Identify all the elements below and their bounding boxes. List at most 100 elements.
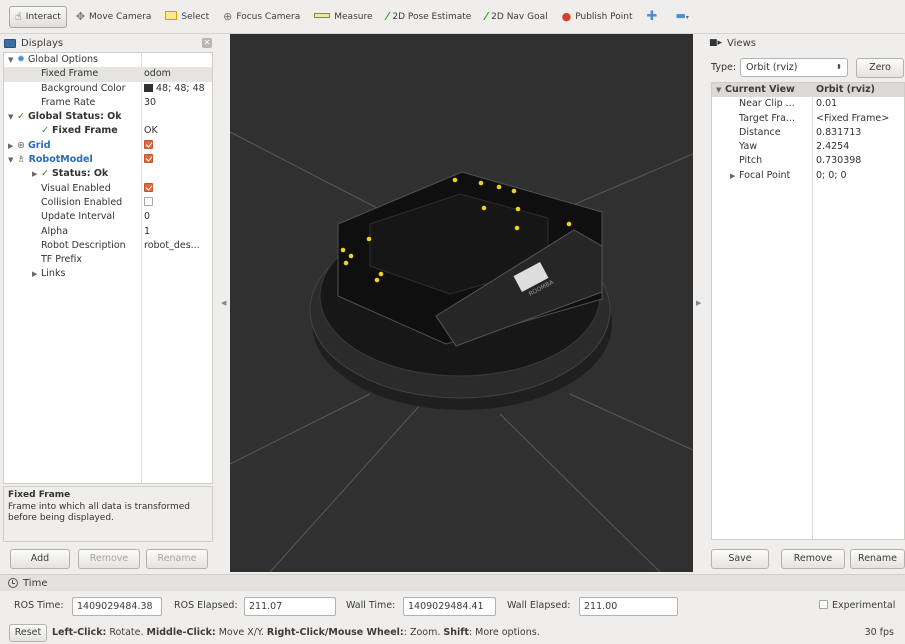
marker-dot	[496, 184, 502, 190]
alpha-value[interactable]: 1	[144, 225, 212, 239]
robot-model-enabled-checkbox[interactable]	[144, 154, 153, 164]
check-icon: ✓	[17, 111, 25, 123]
marker-dot	[343, 260, 349, 266]
remove-display-button[interactable]: Remove	[78, 549, 140, 569]
tree-row-tf-prefix[interactable]: TF Prefix	[4, 253, 212, 267]
add-tool-button[interactable]: ✚	[642, 6, 667, 28]
rename-view-button[interactable]: Rename	[850, 549, 905, 569]
nav-goal-tool-button[interactable]: ⁄ 2D Nav Goal	[480, 6, 552, 28]
description-text: Frame into which all data is transformed…	[8, 501, 191, 524]
displays-tree[interactable]: ▼ ✹ Global Options Fixed Frame odom Back…	[3, 52, 213, 484]
tree-row-robot-description[interactable]: Robot Description robot_des...	[4, 239, 212, 253]
wall-elapsed-field[interactable]: 211.00	[579, 597, 678, 616]
render-viewport[interactable]: ROOMBA	[230, 34, 693, 572]
move-camera-tool-button[interactable]: ✥ Move Camera	[71, 6, 157, 28]
save-view-button[interactable]: Save	[711, 549, 769, 569]
hand-pointer-icon: ☝	[15, 10, 22, 23]
reset-button[interactable]: Reset	[9, 624, 47, 642]
tree-row-focal-point[interactable]: ▶ Focal Point 0; 0; 0	[712, 169, 904, 183]
wall-elapsed-label: Wall Elapsed:	[507, 600, 571, 611]
collapsed-arrow-icon[interactable]: ▶	[32, 167, 37, 181]
yaw-value[interactable]: 2.4254	[816, 140, 904, 154]
tree-row-fixed-frame[interactable]: Fixed Frame odom	[4, 67, 212, 82]
publish-point-tool-button[interactable]: ● Publish Point	[557, 6, 638, 28]
tree-row-links[interactable]: ▶ Links	[4, 267, 212, 281]
tree-row-global-options[interactable]: ▼ ✹ Global Options	[4, 53, 212, 67]
collapse-left-arrow-icon[interactable]: ◀	[221, 299, 226, 307]
tree-row-near-clip[interactable]: Near Clip ... 0.01	[712, 97, 904, 111]
expanded-arrow-icon[interactable]: ▼	[8, 153, 13, 167]
right-splitter[interactable]: ▶	[693, 34, 704, 572]
focal-point-value[interactable]: 0; 0; 0	[816, 169, 904, 183]
collapse-right-arrow-icon[interactable]: ▶	[696, 299, 701, 307]
marker-dot	[378, 271, 384, 277]
ruler-icon	[314, 11, 331, 22]
tree-row-target-frame[interactable]: Target Fra... <Fixed Frame>	[712, 112, 904, 126]
target-frame-value[interactable]: <Fixed Frame>	[816, 112, 904, 126]
description-title: Fixed Frame	[8, 490, 71, 500]
grid-line	[569, 393, 693, 451]
collapsed-arrow-icon[interactable]: ▶	[730, 169, 735, 183]
interact-tool-button[interactable]: ☝ Interact	[9, 5, 67, 28]
remove-tool-menu-button[interactable]: ▬▾	[670, 6, 697, 28]
ros-time-field[interactable]: 1409029484.38	[72, 597, 162, 616]
pose-estimate-tool-button[interactable]: ⁄ 2D Pose Estimate	[382, 6, 477, 28]
tree-row-distance[interactable]: Distance 0.831713	[712, 126, 904, 140]
fixed-frame-value[interactable]: odom	[144, 67, 212, 81]
focus-target-icon: ⊕	[223, 10, 233, 23]
tree-row-update-interval[interactable]: Update Interval 0	[4, 210, 212, 224]
close-icon[interactable]: ✕	[202, 38, 212, 48]
near-clip-value[interactable]: 0.01	[816, 97, 904, 111]
remove-view-button[interactable]: Remove	[781, 549, 845, 569]
marker-dot	[374, 277, 380, 283]
focus-camera-tool-button[interactable]: ⊕ Focus Camera	[218, 6, 305, 28]
tf-prefix-value[interactable]	[144, 253, 212, 267]
ros-elapsed-field[interactable]: 211.07	[244, 597, 336, 616]
grid-line	[269, 393, 431, 572]
tree-row-yaw[interactable]: Yaw 2.4254	[712, 140, 904, 154]
experimental-checkbox[interactable]	[819, 600, 828, 609]
zero-view-button[interactable]: Zero	[856, 58, 904, 78]
rename-display-button[interactable]: Rename	[146, 549, 208, 569]
frame-rate-value[interactable]: 30	[144, 96, 212, 110]
update-interval-value[interactable]: 0	[144, 210, 212, 224]
left-splitter[interactable]: ◀	[218, 34, 229, 572]
gear-icon: ✹	[17, 54, 25, 65]
tree-row-frame-rate[interactable]: Frame Rate 30	[4, 96, 212, 110]
tree-row-pitch[interactable]: Pitch 0.730398	[712, 154, 904, 168]
select-tool-button[interactable]: Select	[160, 6, 214, 28]
tree-row-grid[interactable]: ▶ ⊛ Grid	[4, 139, 212, 153]
tree-row-global-status[interactable]: ▼ ✓ Global Status: Ok	[4, 110, 212, 124]
tree-row-robot-status[interactable]: ▶ ✓ Status: Ok	[4, 167, 212, 181]
check-icon: ✓	[41, 125, 49, 137]
displays-panel: Displays ✕ ▼ ✹ Global Options Fixed Fram…	[0, 34, 218, 572]
robot-description-value[interactable]: robot_des...	[144, 239, 212, 253]
visual-enabled-checkbox[interactable]	[144, 182, 153, 192]
distance-value[interactable]: 0.831713	[816, 126, 904, 140]
tree-row-robot-model[interactable]: ▼ ♗ RobotModel	[4, 153, 212, 167]
collision-enabled-checkbox[interactable]	[144, 196, 153, 206]
tree-row-alpha[interactable]: Alpha 1	[4, 225, 212, 239]
property-description: Fixed Frame Frame into which all data is…	[3, 486, 213, 542]
add-display-button[interactable]: Add	[10, 549, 70, 569]
status-bar: Reset Left-Click: Rotate. Middle-Click: …	[0, 622, 905, 644]
background-color-value: 48; 48; 48	[156, 82, 205, 94]
expanded-arrow-icon[interactable]: ▼	[716, 83, 721, 97]
view-type-select[interactable]: Orbit (rviz) ⬍	[740, 58, 849, 77]
tree-row-collision-enabled[interactable]: Collision Enabled	[4, 196, 212, 210]
tree-row-status-fixed-frame[interactable]: ✓ Fixed Frame OK	[4, 124, 212, 138]
wall-time-field[interactable]: 1409029484.41	[403, 597, 496, 616]
grid-enabled-checkbox[interactable]	[144, 139, 153, 149]
expanded-arrow-icon[interactable]: ▼	[8, 53, 13, 67]
views-tree[interactable]: ▼ Current View Orbit (rviz) Near Clip ..…	[711, 82, 905, 540]
measure-tool-button[interactable]: Measure	[309, 6, 377, 28]
monitor-icon	[4, 38, 16, 48]
expanded-arrow-icon[interactable]: ▼	[8, 110, 13, 124]
collapsed-arrow-icon[interactable]: ▶	[8, 139, 13, 153]
tree-row-visual-enabled[interactable]: Visual Enabled	[4, 182, 212, 196]
pitch-value[interactable]: 0.730398	[816, 154, 904, 168]
collapsed-arrow-icon[interactable]: ▶	[32, 267, 37, 281]
color-swatch	[144, 83, 153, 92]
tree-row-current-view[interactable]: ▼ Current View Orbit (rviz)	[712, 83, 904, 98]
tree-row-background-color[interactable]: Background Color 48; 48; 48	[4, 82, 212, 96]
